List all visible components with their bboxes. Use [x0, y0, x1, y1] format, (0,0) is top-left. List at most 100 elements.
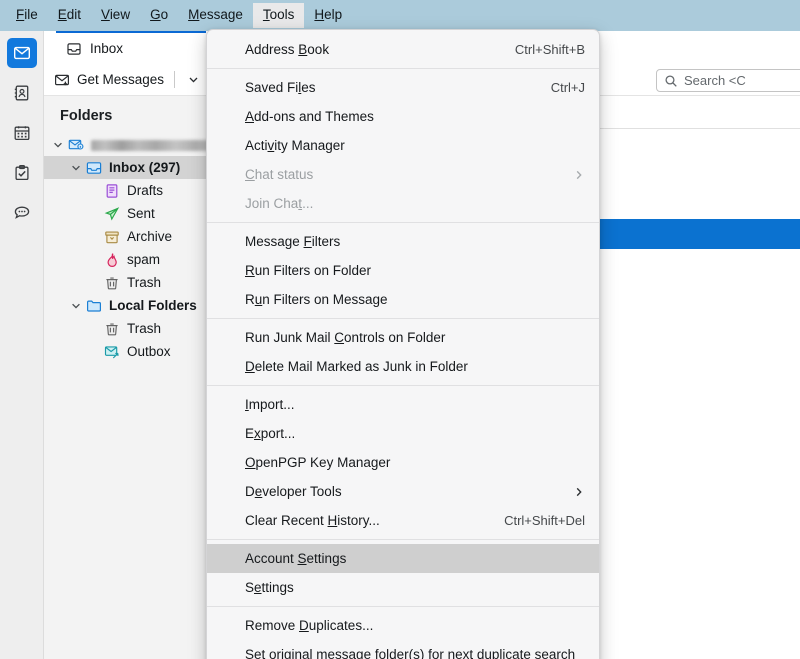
menu-item-label: Import... — [245, 396, 295, 412]
outbox-icon — [102, 344, 122, 360]
menu-separator — [207, 606, 599, 607]
menubar-item-go[interactable]: Go — [140, 3, 178, 28]
folder-label: Trash — [127, 320, 162, 336]
local-folder-icon — [84, 298, 104, 314]
menu-item-message-filters[interactable]: Message Filters — [207, 227, 599, 256]
menu-item-shortcut: Ctrl+J — [550, 80, 585, 95]
search-placeholder: Search <C — [684, 73, 746, 88]
chevron-right-icon — [553, 169, 585, 181]
menu-item-import[interactable]: Import... — [207, 390, 599, 419]
menu-item-developer-tools[interactable]: Developer Tools — [207, 477, 599, 506]
mail-icon[interactable] — [6, 38, 37, 68]
menu-item-join-chat: Join Chat... — [207, 189, 599, 218]
menu-item-address-book[interactable]: Address Book Ctrl+Shift+B — [207, 35, 599, 64]
menu-item-saved-files[interactable]: Saved Files Ctrl+J — [207, 73, 599, 102]
chevron-down-icon[interactable] — [183, 73, 204, 86]
menubar-item-help[interactable]: Help — [304, 3, 352, 28]
menu-item-label: Address Book — [245, 41, 330, 57]
calendar-icon[interactable] — [7, 118, 37, 148]
sent-icon — [102, 206, 122, 222]
menu-item-label: Run Filters on Message — [245, 291, 388, 307]
menu-item-label: Chat status — [245, 166, 314, 182]
menu-item-label: Developer Tools — [245, 483, 342, 499]
menu-item-shortcut: Ctrl+Shift+Del — [504, 513, 585, 528]
menu-item-label: Join Chat... — [245, 195, 314, 211]
folder-label: Sent — [127, 205, 155, 221]
menu-item-label: Remove Duplicates... — [245, 617, 374, 633]
chevron-down-icon[interactable] — [50, 139, 66, 151]
menu-item-label: Run Filters on Folder — [245, 262, 372, 278]
menu-item-run-filters-on-folder[interactable]: Run Filters on Folder — [207, 256, 599, 285]
tasks-icon[interactable] — [7, 158, 37, 188]
chevron-down-icon[interactable] — [68, 162, 84, 174]
menu-item-shortcut: Ctrl+Shift+B — [514, 42, 585, 57]
menu-item-label: Account Settings — [245, 550, 347, 566]
tools-menu-popup: Address Book Ctrl+Shift+B Saved Files Ctrl+… — [206, 29, 600, 659]
folder-label: Outbox — [127, 343, 171, 359]
chevron-right-icon — [553, 486, 585, 498]
menu-separator — [207, 385, 599, 386]
chat-icon[interactable] — [7, 198, 37, 228]
folder-label: spam — [127, 251, 161, 267]
menu-item-remove-duplicates[interactable]: Remove Duplicates... — [207, 611, 599, 640]
account-mail-icon — [66, 137, 86, 153]
menu-item-addons-and-themes[interactable]: Add-ons and Themes — [207, 102, 599, 131]
search-icon — [664, 74, 678, 88]
folder-label — [91, 138, 209, 152]
toolbar-divider — [174, 71, 176, 88]
menu-item-label: Message Filters — [245, 233, 341, 249]
folder-label: Trash — [127, 274, 162, 290]
address-book-icon[interactable] — [7, 78, 37, 108]
menubar-item-file[interactable]: File — [6, 3, 48, 28]
trash-icon — [102, 275, 122, 291]
search-input[interactable]: Search <C — [656, 69, 800, 92]
menu-item-label: Run Junk Mail Controls on Folder — [245, 329, 446, 345]
get-messages-label: Get Messages — [77, 72, 165, 87]
menu-item-run-junk-mail-controls[interactable]: Run Junk Mail Controls on Folder — [207, 323, 599, 352]
menubar-item-message[interactable]: Message — [178, 3, 253, 28]
trash-icon — [102, 321, 122, 337]
menu-item-delete-junk-mail[interactable]: Delete Mail Marked as Junk in Folder — [207, 352, 599, 381]
menu-item-label: Activity Manager — [245, 137, 345, 153]
tab-inbox[interactable]: Inbox — [56, 31, 206, 64]
menubar-item-tools[interactable]: Tools — [252, 3, 305, 28]
menu-item-run-filters-on-message[interactable]: Run Filters on Message — [207, 285, 599, 314]
menu-item-chat-status: Chat status — [207, 160, 599, 189]
menu-item-account-settings[interactable]: Account Settings — [207, 544, 599, 573]
app-rail — [0, 31, 44, 659]
spam-icon — [102, 252, 122, 268]
folder-label: Local Folders — [109, 297, 197, 313]
menu-item-label: Set original message folder(s) for next … — [245, 646, 576, 659]
menu-item-set-original-message-folders[interactable]: Set original message folder(s) for next … — [207, 640, 599, 659]
menu-item-label: OpenPGP Key Manager — [245, 454, 391, 470]
menu-item-label: Saved Files — [245, 79, 316, 95]
inbox-icon — [66, 41, 82, 57]
folder-label: Drafts — [127, 182, 164, 198]
menu-item-clear-recent-history[interactable]: Clear Recent History... Ctrl+Shift+Del — [207, 506, 599, 535]
menu-separator — [207, 222, 599, 223]
archive-icon — [102, 229, 122, 245]
menu-separator — [207, 318, 599, 319]
menu-item-activity-manager[interactable]: Activity Manager — [207, 131, 599, 160]
folder-label: Archive — [127, 228, 173, 244]
menu-bar: File Edit View Go Message Tools Help — [0, 0, 800, 31]
menu-item-export[interactable]: Export... — [207, 419, 599, 448]
tab-label: Inbox — [90, 41, 124, 56]
menu-item-label: Delete Mail Marked as Junk in Folder — [245, 358, 468, 374]
inbox-folder-icon — [84, 160, 104, 176]
thunderbird-window: Inbox Get Messages Search <C Folders Inb… — [0, 0, 800, 659]
menu-item-label: Clear Recent History... — [245, 512, 380, 528]
menu-item-openpgp-key-manager[interactable]: OpenPGP Key Manager — [207, 448, 599, 477]
chevron-down-icon[interactable] — [68, 300, 84, 312]
menu-separator — [207, 539, 599, 540]
drafts-icon — [102, 183, 122, 199]
redacted-account-email — [91, 139, 209, 151]
menubar-item-view[interactable]: View — [91, 3, 140, 28]
folder-label: Inbox (297) — [109, 159, 181, 175]
menu-item-settings[interactable]: Settings — [207, 573, 599, 602]
get-messages-button[interactable]: Get Messages — [44, 67, 168, 93]
menu-item-label: Export... — [245, 425, 296, 441]
menubar-item-edit[interactable]: Edit — [48, 3, 91, 28]
menu-item-label: Add-ons and Themes — [245, 108, 374, 124]
menu-separator — [207, 68, 599, 69]
